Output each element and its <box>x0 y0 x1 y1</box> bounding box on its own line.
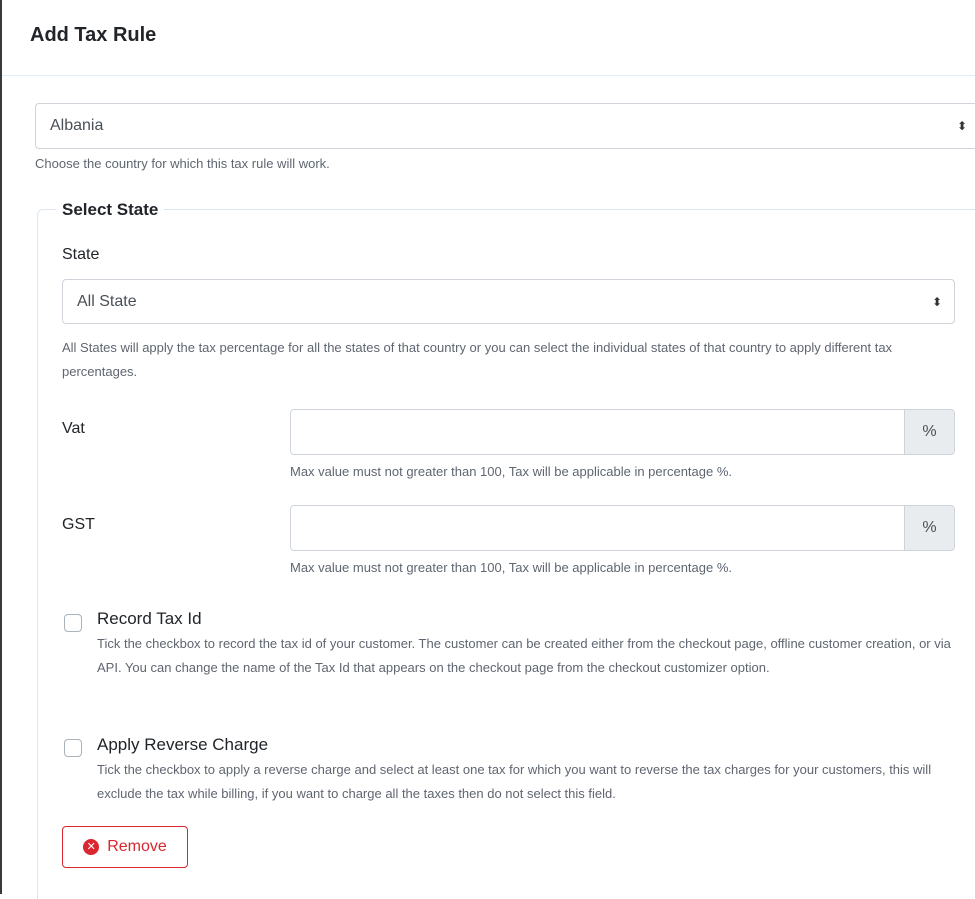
fieldset-legend: Select State <box>56 200 165 220</box>
percent-addon: % <box>904 506 954 550</box>
reverse-charge-label: Apply Reverse Charge <box>97 735 269 754</box>
page-title: Add Tax Rule <box>30 24 157 46</box>
vat-input-group: % <box>290 409 955 455</box>
gst-input-group: % <box>290 505 955 551</box>
state-select[interactable]: All State ⬍ <box>62 279 955 324</box>
record-tax-id-checkbox[interactable] <box>64 614 82 632</box>
vat-help-text: Max value must not greater than 100, Tax… <box>290 464 733 479</box>
sort-arrows-icon: ⬍ <box>956 119 967 133</box>
left-edge-border <box>0 0 2 894</box>
sort-arrows-icon: ⬍ <box>931 294 942 309</box>
reverse-charge-help-text: Tick the checkbox to apply a reverse cha… <box>97 762 932 801</box>
modal-header: Add Tax Rule <box>2 0 975 76</box>
country-help-text: Choose the country for which this tax ru… <box>35 156 330 171</box>
remove-button-label: Remove <box>107 838 167 855</box>
state-help-text: All States will apply the tax percentage… <box>62 340 893 379</box>
country-select-value: Albania <box>50 117 104 134</box>
percent-addon: % <box>904 410 954 454</box>
gst-input[interactable] <box>291 506 904 550</box>
country-select[interactable]: Albania ⬍ <box>35 103 975 149</box>
state-label: State <box>62 246 100 263</box>
state-select-value: All State <box>77 292 137 310</box>
times-circle-icon: ✕ <box>83 839 100 855</box>
gst-label: GST <box>62 516 95 533</box>
reverse-charge-checkbox[interactable] <box>64 739 82 757</box>
vat-label: Vat <box>62 420 85 437</box>
record-tax-id-label: Record Tax Id <box>97 609 202 628</box>
vat-input[interactable] <box>291 410 904 454</box>
gst-help-text: Max value must not greater than 100, Tax… <box>290 560 733 575</box>
remove-button[interactable]: ✕ Remove <box>62 826 188 868</box>
record-tax-id-help-text: Tick the checkbox to record the tax id o… <box>97 636 951 675</box>
